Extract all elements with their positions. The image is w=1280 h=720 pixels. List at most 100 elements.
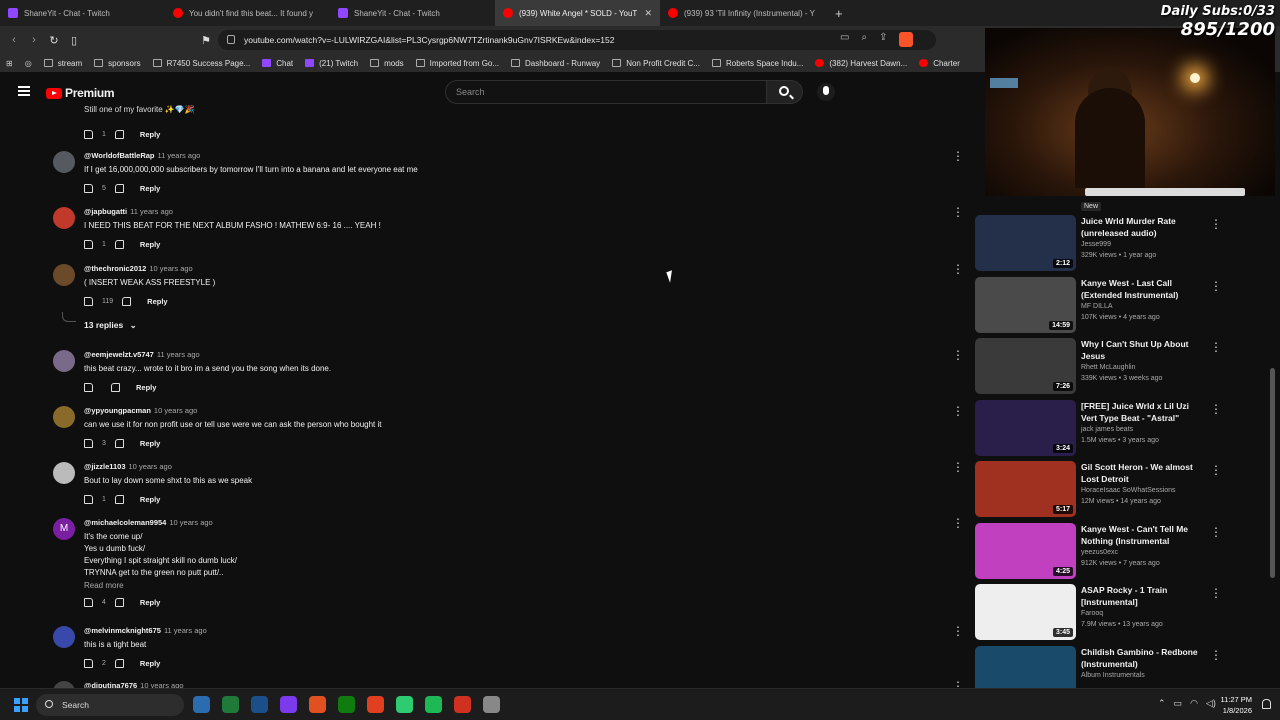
reply-button[interactable]: Reply — [140, 659, 160, 668]
commenter-avatar[interactable] — [53, 406, 75, 428]
channel-name[interactable]: jack james beats — [1081, 426, 1201, 433]
comment-time[interactable]: 11 years ago — [157, 350, 200, 359]
close-tab-icon[interactable]: ✕ — [644, 8, 652, 19]
video-menu-icon[interactable] — [1210, 586, 1222, 600]
comment-menu-icon[interactable] — [952, 518, 955, 529]
video-thumbnail[interactable]: 5:17 — [975, 461, 1076, 517]
comment-time[interactable]: 10 years ago — [129, 462, 172, 471]
video-title[interactable]: Kanye West - Last Call (Extended Instrum… — [1081, 277, 1201, 301]
video-menu-icon[interactable] — [1210, 217, 1222, 231]
taskbar-app-icon[interactable] — [309, 696, 326, 713]
video-thumbnail[interactable]: 14:59 — [975, 277, 1076, 333]
commenter-avatar[interactable] — [53, 151, 75, 173]
page-scrollbar[interactable] — [1270, 100, 1276, 685]
taskbar-app-icon[interactable] — [222, 696, 239, 713]
recommended-video[interactable]: 7:26 Why I Can't Shut Up About Jesus Rhett… — [975, 338, 1245, 396]
comment-time[interactable]: 10 years ago — [154, 406, 197, 415]
taskbar-app-icon[interactable] — [251, 696, 268, 713]
video-title[interactable]: Kanye West - Can't Tell Me Nothing (Inst… — [1081, 523, 1201, 547]
video-title[interactable]: Juice Wrld Murder Rate (unreleased audio… — [1081, 215, 1201, 239]
channel-name[interactable]: HoraceIsaac SoWhatSessions — [1081, 487, 1201, 494]
share-icon[interactable]: ⇪ — [879, 32, 887, 47]
channel-name[interactable]: Jesse999 — [1081, 241, 1201, 248]
commenter-avatar[interactable] — [53, 350, 75, 372]
browser-tab[interactable]: ShaneYit - Chat - Twitch — [330, 0, 495, 26]
bookmark-icon[interactable]: ⚑ — [196, 34, 216, 47]
comment-menu-icon[interactable] — [952, 462, 955, 473]
wifi-icon[interactable]: ◠ — [1190, 698, 1198, 709]
video-title[interactable]: Childish Gambino - Redbone (Instrumental… — [1081, 646, 1201, 670]
reply-button[interactable]: Reply — [140, 130, 160, 139]
comment-menu-icon[interactable] — [952, 681, 955, 688]
bookmark-item[interactable]: Chat — [262, 59, 293, 68]
recommended-video[interactable]: Childish Gambino - Redbone (Instrumental… — [975, 646, 1245, 690]
commenter-avatar[interactable] — [53, 681, 75, 688]
commenter-avatar[interactable] — [53, 207, 75, 229]
channel-name[interactable]: Album Instrumentals — [1081, 672, 1201, 679]
video-title[interactable]: Why I Can't Shut Up About Jesus — [1081, 338, 1201, 362]
comment-author[interactable]: @jizzle1103 — [84, 462, 126, 471]
bookmark-item[interactable]: mods — [370, 59, 404, 68]
recommended-video[interactable]: 14:59 Kanye West - Last Call (Extended In… — [975, 277, 1245, 335]
network-icon[interactable]: ▭ — [1174, 698, 1183, 709]
forward-icon[interactable]: › — [24, 34, 44, 46]
new-tab-button[interactable]: + — [835, 6, 843, 21]
comment-menu-icon[interactable] — [952, 264, 955, 275]
video-thumbnail[interactable]: 3:45 — [975, 584, 1076, 640]
like-icon[interactable] — [84, 494, 93, 504]
comment-author[interactable]: @melvinmcknight675 — [84, 626, 161, 635]
reply-button[interactable]: Reply — [140, 495, 160, 504]
browser-tab[interactable]: You didn't find this beat... It found y — [165, 0, 330, 26]
like-icon[interactable] — [84, 239, 93, 249]
scrollbar-thumb[interactable] — [1270, 368, 1275, 578]
comment-time[interactable]: 10 years ago — [149, 264, 192, 273]
channel-name[interactable]: MF DILLA — [1081, 303, 1201, 310]
taskbar-search[interactable]: Search — [36, 694, 184, 716]
video-menu-icon[interactable] — [1210, 648, 1222, 662]
windows-start-icon[interactable] — [14, 698, 28, 712]
channel-name[interactable]: Farooq — [1081, 610, 1201, 617]
bookmark-item[interactable]: (382) Harvest Dawn... — [815, 59, 907, 68]
comment-menu-icon[interactable] — [952, 151, 955, 162]
taskbar-app-icon[interactable] — [396, 696, 413, 713]
comment-menu-icon[interactable] — [952, 626, 955, 637]
apps-grid-icon[interactable]: ⊞ — [6, 59, 13, 68]
bookmark-item[interactable]: stream — [43, 59, 82, 68]
recommended-video[interactable]: 5:17 Gil Scott Heron - We almost Lost Det… — [975, 461, 1245, 519]
dislike-icon[interactable] — [114, 658, 124, 668]
like-icon[interactable] — [84, 658, 93, 668]
video-thumbnail[interactable]: 2:12 — [975, 215, 1076, 271]
like-icon[interactable] — [84, 597, 93, 607]
dislike-icon[interactable] — [114, 494, 124, 504]
youtube-logo[interactable]: Premium — [46, 86, 115, 100]
video-thumbnail[interactable]: 4:25 — [975, 523, 1076, 579]
recommended-video[interactable]: 4:25 Kanye West - Can't Tell Me Nothing (… — [975, 523, 1245, 581]
comment-menu-icon[interactable] — [952, 406, 955, 417]
bookmark-item[interactable]: R7450 Success Page... — [152, 59, 250, 68]
comment-author[interactable]: @eemjewelzt.v5747 — [84, 350, 154, 359]
dislike-icon[interactable] — [114, 597, 124, 607]
taskbar-clock[interactable]: 11:27 PM 1/8/2026 — [1212, 694, 1252, 716]
site-info-icon[interactable] — [227, 35, 235, 44]
brave-shield-icon[interactable] — [899, 32, 914, 47]
voice-search-icon[interactable] — [817, 83, 835, 101]
commenter-avatar[interactable] — [53, 264, 75, 286]
comment-time[interactable]: 10 years ago — [169, 518, 212, 527]
browser-tab[interactable]: (939) 93 'Til Infinity (Instrumental) - … — [660, 0, 825, 26]
bookmark-item[interactable]: sponsors — [94, 59, 141, 68]
reply-button[interactable]: Reply — [140, 184, 160, 193]
video-menu-icon[interactable] — [1210, 279, 1222, 293]
recommended-video[interactable]: 3:45 ASAP Rocky - 1 Train [Instrumental] F… — [975, 584, 1245, 642]
comment-author[interactable]: @djputina7676 — [84, 681, 137, 688]
taskbar-app-icon[interactable] — [483, 696, 500, 713]
video-menu-icon[interactable] — [1210, 463, 1222, 477]
reply-button[interactable]: Reply — [136, 383, 156, 392]
dislike-icon[interactable] — [114, 438, 124, 448]
taskbar-app-icon[interactable] — [425, 696, 442, 713]
bookmark-item[interactable]: Non Profit Credit C... — [612, 59, 700, 68]
commenter-avatar[interactable]: M — [53, 518, 75, 540]
comment-menu-icon[interactable] — [952, 207, 955, 218]
browser-tab[interactable]: ShaneYit - Chat - Twitch — [0, 0, 165, 26]
video-menu-icon[interactable] — [1210, 525, 1222, 539]
bookmark-item[interactable]: Dashboard - Runway — [511, 59, 600, 68]
